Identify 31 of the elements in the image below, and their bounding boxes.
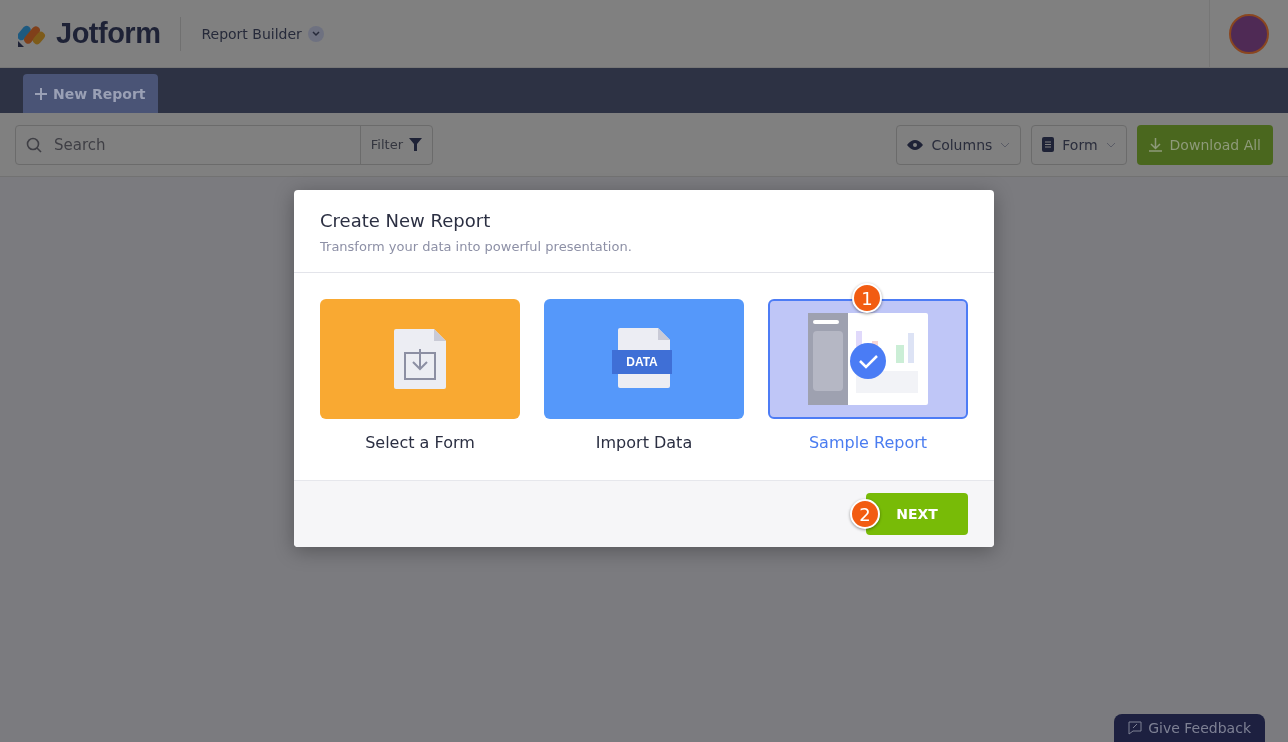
logo-text: Jotform [56,17,161,50]
feedback-icon [1128,721,1143,735]
step-badge: 2 [850,499,880,529]
app-switcher[interactable]: Report Builder [201,25,324,42]
document-icon [1042,137,1055,152]
option-label: Sample Report [808,433,928,452]
file-download-icon [394,329,446,389]
new-report-tab[interactable]: New Report [23,74,158,113]
download-icon [1148,137,1162,152]
data-label: DATA [612,349,672,374]
search-icon [26,136,42,153]
funnel-icon [409,138,422,151]
columns-button[interactable]: Columns [896,124,1022,165]
search-field[interactable]: Search Filter [15,124,433,165]
chevron-down-icon [1000,141,1011,148]
caret-icon [307,25,324,42]
plus-icon [35,87,47,100]
step-badge: 1 [852,283,882,313]
avatar[interactable] [1229,13,1269,54]
dialog-subtitle: Transform your data into powerful presentation. [320,239,633,254]
report-option-card[interactable]: DATA [544,299,744,419]
option-label: Import Data [595,433,693,452]
form-button[interactable]: Form [1031,124,1127,165]
option-label: Select a Form [365,433,475,452]
feedback-button[interactable]: Give Feedback [1114,714,1265,742]
filter-button[interactable]: Filter [359,125,432,164]
dialog-title: Create New Report [320,210,492,231]
chevron-down-icon [1105,141,1116,148]
download-all-button[interactable]: Download All [1136,124,1273,165]
eye-icon [907,139,924,150]
report-option-card[interactable] [320,299,520,419]
